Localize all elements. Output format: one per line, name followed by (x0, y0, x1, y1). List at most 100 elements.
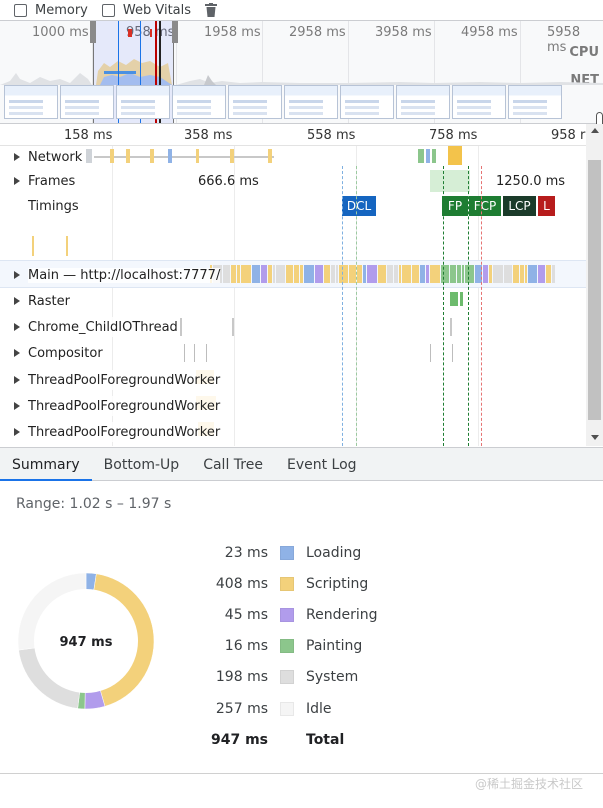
screenshot-thumbnail[interactable] (228, 85, 282, 119)
compositor-task[interactable] (194, 344, 195, 362)
screenshot-thumbnail[interactable] (452, 85, 506, 119)
web-vitals-checkbox-box[interactable] (101, 3, 115, 17)
main-thread-task[interactable] (324, 265, 330, 283)
screenshot-thumbnail[interactable] (60, 85, 114, 119)
main-thread-task[interactable] (450, 265, 456, 283)
main-thread-task[interactable] (387, 265, 393, 283)
screenshot-thumbnail[interactable] (116, 85, 170, 119)
fcp-marker[interactable]: FCP (469, 196, 501, 216)
main-thread-task[interactable] (528, 265, 537, 283)
network-request[interactable] (150, 149, 154, 163)
network-track-label[interactable]: Network (14, 147, 85, 167)
main-thread-task[interactable] (378, 265, 386, 283)
main-thread-task[interactable] (525, 265, 527, 283)
expand-triangle-icon[interactable] (14, 153, 20, 161)
main-thread-task[interactable] (426, 265, 429, 283)
main-thread-task[interactable] (430, 265, 440, 283)
main-thread-task[interactable] (520, 265, 524, 283)
screenshot-thumbnail[interactable] (396, 85, 450, 119)
raster-track-label[interactable]: Raster (14, 291, 72, 311)
network-request[interactable] (448, 146, 462, 165)
main-thread-task[interactable] (552, 265, 555, 283)
frames-track[interactable]: Frames 666.6 ms 1250.0 ms (0, 170, 586, 194)
memory-checkbox-box[interactable] (14, 3, 27, 17)
expand-triangle-icon[interactable] (14, 428, 20, 436)
main-thread-task[interactable] (276, 265, 285, 283)
expand-triangle-icon[interactable] (14, 323, 20, 331)
thread-pool-track[interactable]: ThreadPoolForegroundWorker (0, 366, 586, 392)
thread-pool-track[interactable]: ThreadPoolForegroundWorker (0, 418, 586, 444)
main-thread-task[interactable] (237, 265, 240, 283)
web-vitals-checkbox[interactable]: Web Vitals (101, 3, 191, 18)
raster-track[interactable]: Raster (0, 288, 586, 314)
io-task[interactable] (450, 318, 452, 336)
child-io-thread-track[interactable]: Chrome_ChildIOThread (0, 314, 586, 340)
network-request[interactable] (268, 149, 272, 163)
main-thread-task[interactable] (231, 265, 236, 283)
main-thread-task[interactable] (349, 265, 356, 283)
screenshot-thumbnail[interactable] (284, 85, 338, 119)
load-marker[interactable]: L (538, 196, 555, 216)
flame-chart-scrollbar[interactable] (586, 124, 603, 446)
thread-pool-track-label[interactable]: ThreadPoolForegroundWorker (14, 396, 223, 416)
raster-task[interactable] (460, 292, 463, 306)
thread-pool-track-label[interactable]: ThreadPoolForegroundWorker (14, 370, 223, 390)
scroll-up-arrow-icon[interactable] (591, 128, 599, 133)
thread-pool-track[interactable]: ThreadPoolForegroundWorker (0, 392, 586, 418)
main-thread-task[interactable] (538, 265, 545, 283)
main-thread-task[interactable] (286, 265, 293, 283)
expand-triangle-icon[interactable] (14, 349, 20, 357)
main-thread-task[interactable] (546, 265, 551, 283)
network-request[interactable] (110, 149, 114, 163)
screenshot-thumbnail[interactable] (340, 85, 394, 119)
main-thread-task[interactable] (363, 265, 366, 283)
trash-icon[interactable] (205, 3, 218, 17)
main-thread-task[interactable] (268, 265, 272, 283)
network-request[interactable] (426, 149, 430, 163)
network-request[interactable] (168, 149, 172, 163)
io-task[interactable] (180, 318, 182, 336)
main-thread-task[interactable] (394, 265, 398, 283)
expand-triangle-icon[interactable] (14, 271, 20, 279)
compositor-track-label[interactable]: Compositor (14, 343, 105, 363)
main-thread-task[interactable] (412, 265, 419, 283)
frames-track-label[interactable]: Frames (14, 171, 78, 191)
main-track-label[interactable]: Main — http://localhost:7777/ (14, 265, 222, 285)
main-thread-track[interactable]: Main — http://localhost:7777/ (0, 260, 586, 288)
main-thread-task[interactable] (513, 265, 519, 283)
frame-block[interactable] (430, 170, 470, 192)
expand-triangle-icon[interactable] (14, 402, 20, 410)
expand-triangle-icon[interactable] (14, 376, 20, 384)
scroll-down-arrow-icon[interactable] (591, 435, 599, 440)
tab-bottom-up[interactable]: Bottom-Up (92, 448, 192, 480)
expand-triangle-icon[interactable] (14, 297, 20, 305)
main-thread-task[interactable] (273, 265, 275, 283)
io-task[interactable] (232, 318, 234, 336)
main-thread-task[interactable] (402, 265, 411, 283)
main-thread-task[interactable] (304, 265, 314, 283)
network-request[interactable] (432, 149, 436, 163)
main-thread-task[interactable] (252, 265, 260, 283)
memory-checkbox[interactable]: Memory (14, 3, 88, 18)
screenshot-thumbnail[interactable] (172, 85, 226, 119)
selection-left-handle[interactable] (90, 21, 96, 43)
main-thread-task[interactable] (367, 265, 377, 283)
main-thread-task[interactable] (315, 265, 323, 283)
main-thread-task[interactable] (339, 265, 348, 283)
timeline-overview[interactable]: 1000 ms 958 ms 1958 ms 2958 ms 3958 ms 4… (0, 20, 603, 124)
network-request[interactable] (86, 149, 92, 163)
expand-triangle-icon[interactable] (14, 177, 20, 185)
main-thread-task[interactable] (420, 265, 425, 283)
thread-pool-track-label[interactable]: ThreadPoolForegroundWorker (14, 422, 223, 442)
main-thread-task[interactable] (357, 265, 362, 283)
dcl-marker[interactable]: DCL (342, 196, 376, 216)
main-thread-task[interactable] (223, 265, 230, 283)
main-thread-task[interactable] (493, 265, 503, 283)
fp-marker[interactable]: FP (442, 196, 468, 216)
compositor-task[interactable] (430, 344, 431, 362)
screenshots-strip[interactable] (4, 85, 603, 121)
compositor-track[interactable]: Compositor (0, 340, 586, 366)
main-thread-task[interactable] (457, 265, 461, 283)
raster-task[interactable] (450, 292, 458, 306)
main-thread-task[interactable] (294, 265, 299, 283)
